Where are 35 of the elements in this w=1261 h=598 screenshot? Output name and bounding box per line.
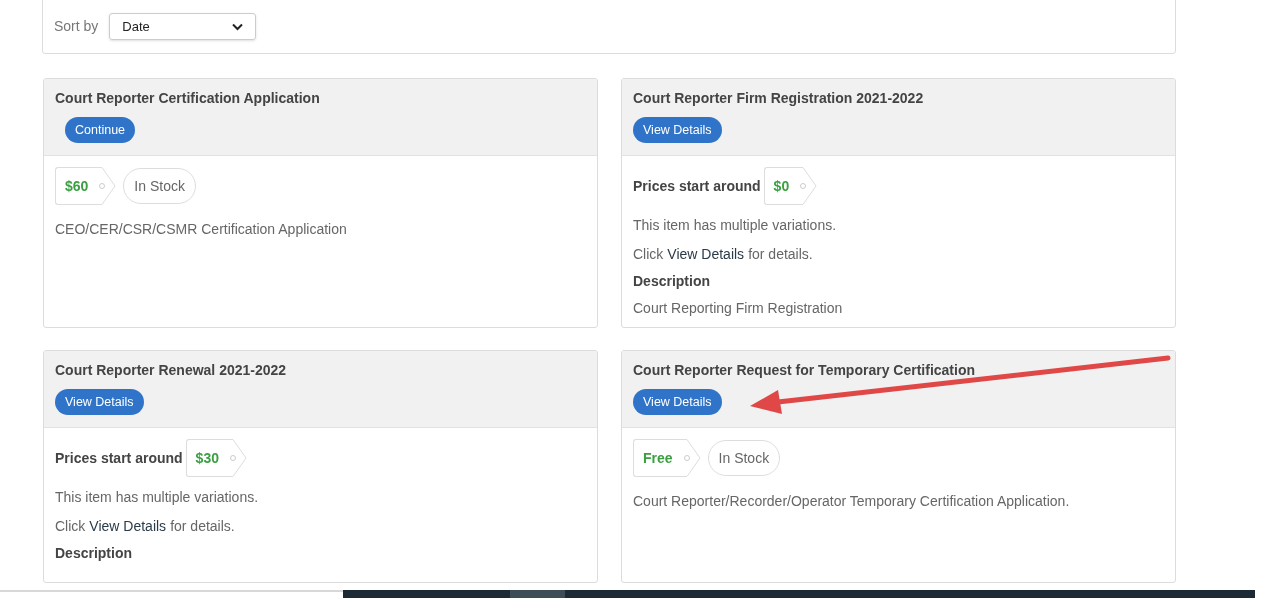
tag-point-icon bbox=[224, 439, 247, 477]
click-text: Click bbox=[633, 245, 664, 264]
price-tag: $30 bbox=[185, 439, 225, 477]
click-text: for details. bbox=[748, 245, 813, 264]
card-title: Court Reporter Certification Application bbox=[55, 89, 321, 107]
card-button[interactable]: View Details bbox=[633, 117, 722, 143]
sort-select[interactable]: Date bbox=[109, 13, 257, 40]
card-title: Court Reporter Request for Temporary Certification bbox=[633, 361, 976, 379]
price-tag: $60 bbox=[55, 167, 95, 205]
variations-note: This item has multiple variations. bbox=[55, 488, 260, 507]
prices-label: Prices start around bbox=[633, 176, 761, 196]
price-tag: $0 bbox=[763, 167, 796, 205]
card-title: Court Reporter Firm Registration 2021-2022 bbox=[633, 89, 925, 107]
click-text: for details. bbox=[170, 517, 235, 536]
taskbar-item[interactable] bbox=[510, 590, 565, 598]
tag-point-icon bbox=[795, 167, 818, 205]
card-button[interactable]: View Details bbox=[633, 389, 722, 415]
card-title: Court Reporter Renewal 2021-2022 bbox=[55, 361, 288, 379]
description-text: Court Reporting Firm Registration bbox=[633, 299, 844, 318]
view-details-link[interactable]: View Details bbox=[667, 244, 745, 265]
variations-note: This item has multiple variations. bbox=[633, 216, 838, 235]
card-button[interactable]: View Details bbox=[55, 389, 144, 415]
description-text: CEO/CER/CSR/CSMR Certification Application bbox=[55, 220, 348, 239]
description-heading: Description bbox=[55, 544, 133, 563]
chevron-down-icon bbox=[232, 22, 244, 31]
sort-label: Sort by bbox=[54, 17, 99, 36]
click-text: Click bbox=[55, 517, 86, 536]
view-details-link[interactable]: View Details bbox=[89, 516, 167, 537]
prices-label: Prices start around bbox=[55, 448, 183, 468]
description-text: Court Reporter/Recorder/Operator Temporary Certification Application. bbox=[633, 492, 1071, 511]
tag-point-icon bbox=[678, 439, 701, 477]
card-button[interactable]: Continue bbox=[65, 117, 136, 143]
description-heading: Description bbox=[633, 272, 711, 291]
price-tag: Free bbox=[633, 439, 679, 477]
tag-point-icon bbox=[94, 167, 117, 205]
